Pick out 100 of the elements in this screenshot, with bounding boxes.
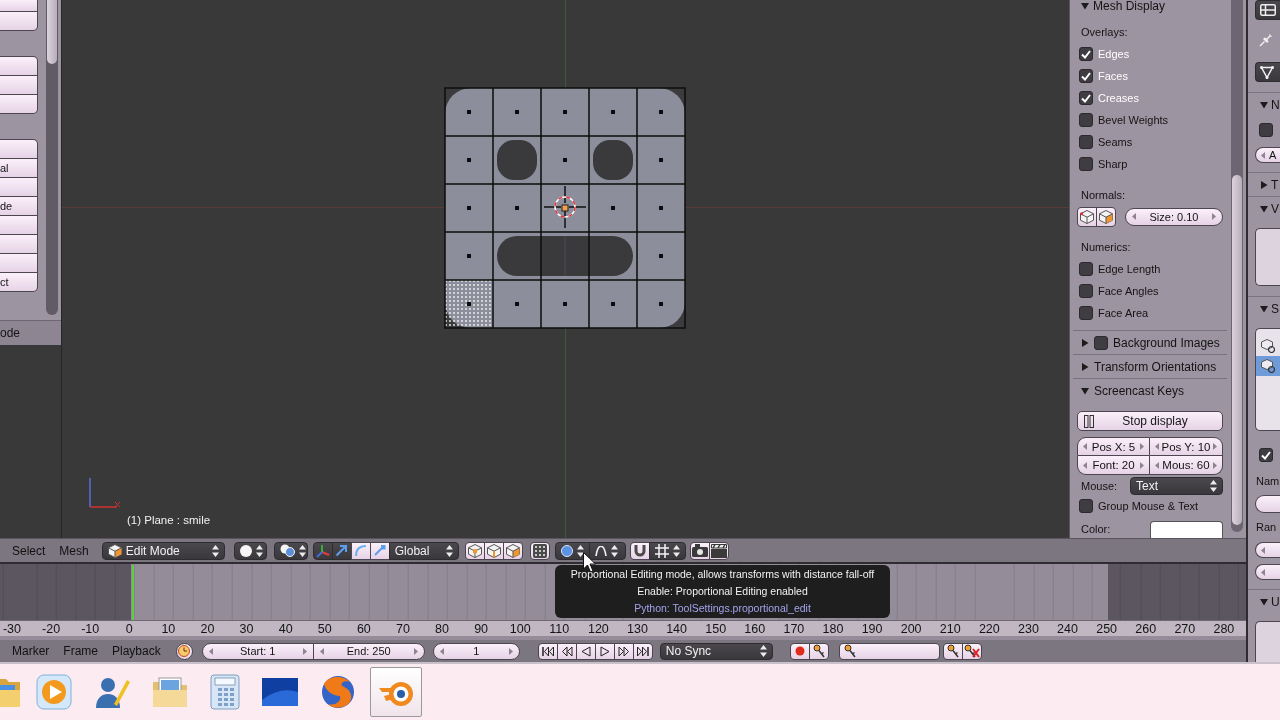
mode-dropdown[interactable]: Edit Mode bbox=[101, 541, 225, 560]
tool-button[interactable] bbox=[0, 94, 38, 114]
number-field[interactable] bbox=[1255, 564, 1280, 580]
data-tab[interactable] bbox=[1255, 62, 1280, 82]
tool-button[interactable] bbox=[0, 253, 38, 273]
number-field[interactable]: Pos X: 5 bbox=[1077, 437, 1150, 456]
frame-ruler[interactable]: -30 -20 -10 0 10 20 30 40 50 60 70 80 90 100 110 120 130 140 150 160 170 180 190 200 210 220 230 240 250 260 270 280 bbox=[0, 620, 1246, 636]
checkbox[interactable] bbox=[1079, 91, 1093, 105]
checkbox-label[interactable]: Seams bbox=[1098, 136, 1133, 148]
checkbox[interactable] bbox=[1079, 306, 1093, 320]
pin-icon[interactable] bbox=[1259, 33, 1273, 47]
clock-toggle[interactable] bbox=[175, 642, 193, 660]
checkbox-label[interactable]: Edge Length bbox=[1098, 263, 1161, 275]
playback-button[interactable] bbox=[594, 642, 615, 660]
menu-item[interactable]: Marker bbox=[5, 642, 57, 660]
tool-button[interactable] bbox=[0, 56, 38, 76]
number-field[interactable]: Font: 20 bbox=[1077, 456, 1150, 475]
menu-item[interactable]: Frame bbox=[56, 642, 105, 660]
checkbox-label[interactable]: Sharp bbox=[1098, 158, 1128, 170]
delete-key-button[interactable] bbox=[961, 642, 982, 660]
manipulator-toggle[interactable] bbox=[331, 541, 352, 560]
vertex-select-button[interactable] bbox=[464, 541, 485, 560]
text-field[interactable] bbox=[1255, 495, 1280, 513]
playback-button[interactable] bbox=[632, 642, 653, 660]
tool-button[interactable] bbox=[0, 75, 38, 95]
manipulator-toggle[interactable] bbox=[369, 541, 390, 560]
checkbox[interactable] bbox=[1259, 123, 1273, 137]
panel-header[interactable]: Transform Orientations bbox=[1073, 354, 1227, 378]
tool-button[interactable]: al bbox=[0, 158, 38, 178]
checkbox-label[interactable]: Bevel Weights bbox=[1098, 114, 1169, 126]
tool-button[interactable]: de bbox=[0, 196, 38, 216]
tool-button[interactable]: ct bbox=[0, 272, 38, 292]
checkbox[interactable] bbox=[1079, 135, 1093, 149]
panel-header[interactable]: V bbox=[1248, 196, 1280, 220]
face-normals-toggle[interactable] bbox=[1096, 206, 1116, 227]
snap-toggle[interactable] bbox=[629, 541, 650, 560]
menu-item[interactable]: Mesh bbox=[52, 541, 96, 560]
checkbox-label[interactable]: Face Area bbox=[1098, 307, 1149, 319]
pivot-dropdown[interactable] bbox=[273, 541, 308, 560]
vertex-normals-toggle[interactable] bbox=[1077, 206, 1097, 227]
checkbox[interactable] bbox=[1079, 262, 1093, 276]
editor-menu-button[interactable] bbox=[1255, 0, 1280, 20]
color-field[interactable] bbox=[1150, 521, 1223, 538]
keying-set-field[interactable] bbox=[838, 642, 940, 660]
checkbox[interactable] bbox=[1079, 284, 1093, 298]
render-still-button[interactable] bbox=[689, 541, 710, 560]
checkbox[interactable] bbox=[1079, 113, 1093, 127]
start-frame-field[interactable]: Start: 1 bbox=[201, 642, 314, 660]
number-field[interactable]: Size: 0.10 bbox=[1125, 207, 1223, 226]
3d-viewport[interactable]: (1) Plane : smile bbox=[62, 0, 1069, 538]
playback-button[interactable] bbox=[613, 642, 634, 660]
checkbox[interactable] bbox=[1079, 499, 1093, 513]
checkbox[interactable] bbox=[1094, 335, 1108, 350]
playback-button[interactable] bbox=[537, 642, 558, 660]
number-field[interactable]: Mous: 60 bbox=[1150, 456, 1223, 475]
occlude-button[interactable] bbox=[529, 541, 550, 560]
proportional-dropdown[interactable] bbox=[554, 541, 590, 560]
tool-button[interactable] bbox=[0, 215, 38, 235]
checkbox[interactable] bbox=[1079, 69, 1093, 83]
panel-header[interactable]: S bbox=[1248, 296, 1280, 320]
shading-dropdown[interactable] bbox=[233, 541, 267, 560]
render-animation-button[interactable] bbox=[708, 541, 729, 560]
panel-header[interactable]: Background Images bbox=[1073, 330, 1227, 354]
checkbox[interactable] bbox=[1079, 47, 1093, 61]
number-field[interactable] bbox=[1255, 542, 1280, 558]
tool-button[interactable] bbox=[0, 11, 38, 31]
face-select-button[interactable] bbox=[502, 541, 523, 560]
checkbox-label[interactable]: Face Angles bbox=[1098, 285, 1159, 297]
tool-button[interactable] bbox=[0, 234, 38, 254]
scrollbar-thumb[interactable] bbox=[47, 0, 57, 64]
record-button[interactable] bbox=[789, 642, 810, 660]
edge-select-button[interactable] bbox=[483, 541, 504, 560]
panel-header[interactable]: Screencast Keys bbox=[1073, 378, 1227, 402]
checkbox[interactable] bbox=[1079, 157, 1093, 171]
menu-item[interactable]: Select bbox=[5, 541, 53, 560]
number-field[interactable]: Pos Y: 10 bbox=[1150, 437, 1223, 456]
keying-button[interactable] bbox=[808, 642, 829, 660]
list-item[interactable] bbox=[1256, 356, 1280, 376]
tool-button[interactable] bbox=[0, 139, 38, 159]
manipulator-toggle[interactable] bbox=[350, 541, 371, 560]
panel-header[interactable]: Mesh Display bbox=[1070, 0, 1231, 12]
panel-header[interactable]: U bbox=[1248, 589, 1280, 613]
panel-header[interactable]: N bbox=[1248, 92, 1280, 116]
insert-key-button[interactable] bbox=[942, 642, 963, 660]
stop-display-button[interactable]: Stop display bbox=[1077, 411, 1223, 431]
scrollbar[interactable] bbox=[46, 0, 58, 315]
list-box[interactable] bbox=[1255, 621, 1280, 662]
manipulator-toggle[interactable] bbox=[312, 541, 333, 560]
end-frame-field[interactable]: End: 250 bbox=[312, 642, 425, 660]
checkbox[interactable] bbox=[1259, 448, 1273, 462]
panel-header[interactable]: T bbox=[1248, 172, 1280, 196]
current-frame-field[interactable]: 1 bbox=[432, 642, 520, 660]
mouse-dropdown[interactable]: Text bbox=[1130, 476, 1223, 495]
playback-button[interactable] bbox=[575, 642, 596, 660]
tool-button[interactable] bbox=[0, 177, 38, 197]
tool-button[interactable] bbox=[0, 0, 38, 12]
checkbox-label[interactable]: Group Mouse & Text bbox=[1098, 500, 1199, 512]
scrollbar[interactable] bbox=[1231, 0, 1243, 532]
scrollbar-thumb[interactable] bbox=[1232, 175, 1242, 525]
snap-element-dropdown[interactable] bbox=[648, 541, 686, 560]
